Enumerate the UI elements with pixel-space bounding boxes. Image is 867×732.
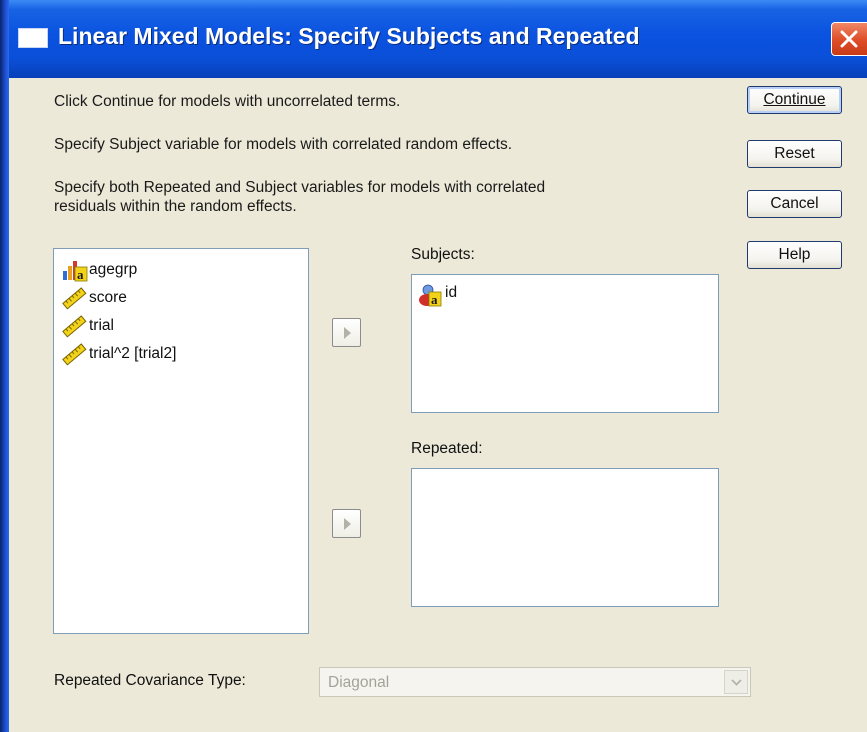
subjects-label-text: Subjects: bbox=[411, 246, 475, 263]
instruction-uncorrelated: Click Continue for models with uncorrela… bbox=[54, 93, 401, 110]
svg-text:a: a bbox=[77, 267, 84, 282]
covariance-type-value: Diagonal bbox=[328, 674, 390, 691]
window-title: Linear Mixed Models: Specify Subjects an… bbox=[58, 23, 640, 49]
variable-label: trial bbox=[89, 317, 114, 334]
scale-ruler-icon bbox=[62, 315, 87, 338]
dialog-window: Linear Mixed Models: Specify Subjects an… bbox=[0, 0, 867, 732]
continue-button-label: Continue bbox=[763, 91, 826, 108]
arrow-right-icon bbox=[344, 518, 351, 530]
subjects-label: Subjects: bbox=[411, 246, 475, 264]
subject-label: id bbox=[445, 284, 458, 301]
instruction-subject: Specify Subject variable for models with… bbox=[54, 136, 513, 153]
variable-list[interactable]: a agegrp score trial trial^2 [trial2] bbox=[53, 248, 309, 634]
variable-label: score bbox=[89, 289, 127, 306]
title-bar[interactable]: Linear Mixed Models: Specify Subjects an… bbox=[0, 0, 867, 78]
window-icon bbox=[18, 28, 48, 48]
help-button-label: Help bbox=[778, 246, 811, 263]
repeated-label: Repeated: bbox=[411, 440, 483, 458]
instruction-repeated-line1: Specify both Repeated and Subject variab… bbox=[54, 179, 546, 196]
arrow-right-icon bbox=[344, 327, 351, 339]
cancel-button-label: Cancel bbox=[770, 195, 819, 212]
window-left-border bbox=[0, 0, 9, 732]
repeated-list[interactable] bbox=[411, 468, 719, 607]
variable-label: trial^2 [trial2] bbox=[89, 345, 177, 362]
subjects-list[interactable]: a id bbox=[411, 274, 719, 413]
close-icon bbox=[840, 30, 858, 48]
scale-ruler-icon bbox=[62, 287, 87, 310]
nominal-string-icon: a bbox=[63, 261, 88, 282]
svg-text:a: a bbox=[431, 292, 438, 307]
repeated-label-text: Repeated: bbox=[411, 440, 483, 457]
reset-button[interactable]: Reset bbox=[747, 140, 842, 168]
close-button[interactable] bbox=[831, 22, 867, 56]
chevron-down-icon bbox=[731, 679, 742, 686]
covariance-type-select[interactable]: Diagonal bbox=[319, 667, 751, 697]
move-to-subjects-button[interactable] bbox=[332, 318, 361, 347]
dialog-client-area: Click Continue for models with uncorrela… bbox=[9, 78, 867, 732]
reset-button-label: Reset bbox=[774, 145, 815, 162]
continue-button[interactable]: Continue bbox=[747, 86, 842, 114]
scale-ruler-icon bbox=[62, 343, 87, 366]
dropdown-arrow-button[interactable] bbox=[724, 670, 748, 694]
variable-label: agegrp bbox=[89, 261, 138, 278]
covariance-type-label: Repeated Covariance Type: bbox=[54, 672, 246, 689]
move-to-repeated-button[interactable] bbox=[332, 509, 361, 538]
instruction-repeated-line2: residuals within the random effects. bbox=[54, 198, 297, 215]
cancel-button[interactable]: Cancel bbox=[747, 190, 842, 218]
help-button[interactable]: Help bbox=[747, 241, 842, 269]
nominal-person-icon: a bbox=[419, 284, 442, 307]
